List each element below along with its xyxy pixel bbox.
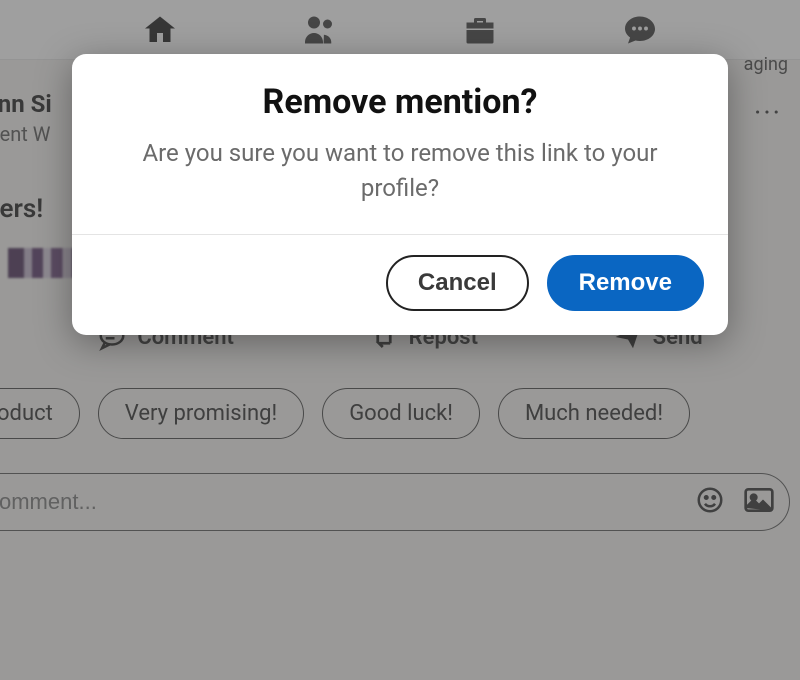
dialog-title: Remove mention?: [72, 82, 728, 122]
cancel-button[interactable]: Cancel: [386, 255, 529, 311]
remove-mention-dialog: Remove mention? Are you sure you want to…: [72, 54, 728, 335]
dialog-actions: Cancel Remove: [72, 235, 728, 335]
dialog-body: Are you sure you want to remove this lin…: [72, 136, 728, 234]
remove-button[interactable]: Remove: [547, 255, 704, 311]
